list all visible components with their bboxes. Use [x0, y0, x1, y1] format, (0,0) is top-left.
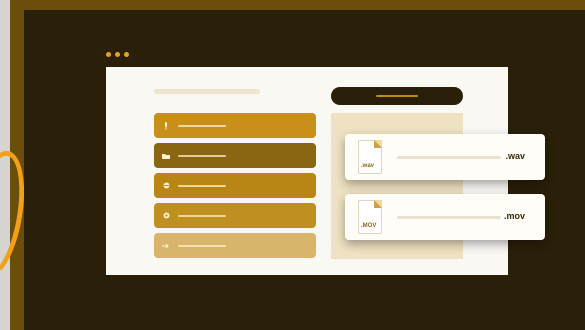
doc-corner: [374, 200, 382, 208]
file-name-placeholder: [397, 216, 501, 219]
file-card-mov[interactable]: .MOV .mov: [345, 194, 545, 240]
menu-item-audio[interactable]: [154, 113, 316, 138]
menu-label-placeholder: [178, 214, 226, 217]
window-controls: [106, 52, 129, 57]
microphone-icon: [162, 121, 170, 130]
menu-item-export[interactable]: [154, 233, 316, 258]
window-dot-icon[interactable]: [124, 52, 129, 57]
window-dot-icon[interactable]: [115, 52, 120, 57]
doc-corner: [374, 140, 382, 148]
title-placeholder: [154, 89, 260, 94]
file-extension: .mov: [503, 211, 525, 221]
video-file-icon: .MOV: [358, 200, 382, 234]
window-dot-icon[interactable]: [106, 52, 111, 57]
menu-item-settings[interactable]: [154, 203, 316, 228]
file-name-placeholder: [397, 156, 501, 159]
menu-label-placeholder: [178, 244, 226, 247]
arrow-right-icon: [162, 242, 170, 250]
file-card-wav[interactable]: .wav .wav: [345, 134, 545, 180]
audio-file-icon: .wav: [358, 140, 382, 174]
file-type-label: .wav: [361, 163, 375, 169]
menu-label-placeholder: [178, 184, 226, 187]
sidebar-menu: [154, 113, 316, 263]
folder-icon: [162, 152, 170, 160]
file-extension: .wav: [505, 151, 525, 161]
globe-icon: [162, 182, 170, 190]
menu-item-folder[interactable]: [154, 143, 316, 168]
button-label-placeholder: [376, 95, 418, 97]
file-type-label: .MOV: [361, 223, 377, 229]
menu-label-placeholder: [178, 124, 226, 127]
settings-icon: [162, 212, 170, 220]
menu-label-placeholder: [178, 154, 226, 157]
menu-item-web[interactable]: [154, 173, 316, 198]
primary-action-button[interactable]: [331, 87, 463, 105]
